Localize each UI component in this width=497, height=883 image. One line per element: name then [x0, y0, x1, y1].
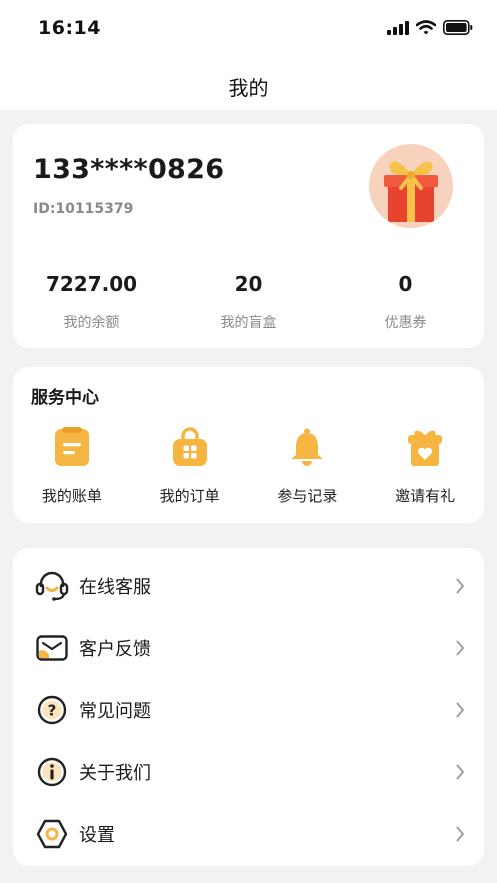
service-item-label: 我的订单 [159, 487, 220, 505]
header-area: 16:14 我的 [0, 0, 497, 110]
headset-icon [35, 569, 69, 603]
chevron-right-icon [454, 577, 466, 595]
service-grid: 我的账单 我的订单 参与记录 邀请有礼 [13, 427, 484, 506]
service-item-orders[interactable]: 我的订单 [131, 427, 249, 506]
bill-icon [52, 427, 92, 467]
status-time: 16:14 [38, 17, 101, 39]
gift-heart-icon [405, 427, 445, 467]
service-item-label: 我的账单 [41, 487, 102, 505]
menu-card: 在线客服 客户反馈 ? 常见问题 关于我们 设置 [13, 548, 484, 866]
settings-hexagon-icon [35, 817, 69, 851]
wifi-icon [415, 20, 437, 39]
service-item-bill[interactable]: 我的账单 [13, 427, 131, 506]
chevron-right-icon [454, 701, 466, 719]
signal-icon [387, 20, 409, 39]
chevron-right-icon [454, 639, 466, 657]
question-icon: ? [35, 693, 69, 727]
menu-item-label: 设置 [79, 825, 115, 846]
menu-item-settings[interactable]: 设置 [13, 803, 484, 865]
info-icon [35, 755, 69, 789]
stat-blind-box[interactable]: 20 我的盲盒 [170, 272, 327, 332]
status-icons [387, 20, 473, 39]
chevron-right-icon [454, 825, 466, 843]
stat-value: 20 [234, 272, 263, 296]
menu-item-label: 在线客服 [79, 577, 151, 598]
stat-label: 优惠券 [384, 315, 427, 331]
service-item-invite[interactable]: 邀请有礼 [366, 427, 484, 506]
stat-value: 0 [398, 272, 413, 296]
service-item-label: 邀请有礼 [395, 487, 456, 505]
order-bag-icon [170, 427, 210, 467]
stat-coupons[interactable]: 0 优惠券 [327, 272, 484, 332]
menu-item-about[interactable]: 关于我们 [13, 741, 484, 803]
menu-item-faq[interactable]: ? 常见问题 [13, 679, 484, 741]
bell-icon [287, 427, 327, 467]
stat-label: 我的余额 [63, 315, 120, 331]
stat-balance[interactable]: 7227.00 我的余额 [13, 272, 170, 332]
avatar[interactable] [369, 144, 453, 228]
stat-value: 7227.00 [45, 272, 138, 296]
gift-box-icon [384, 161, 438, 222]
service-center-title: 服务中心 [31, 388, 99, 408]
chevron-right-icon [454, 763, 466, 781]
service-item-label: 参与记录 [277, 487, 338, 505]
menu-item-label: 常见问题 [79, 701, 151, 722]
page-title: 我的 [228, 76, 269, 100]
battery-icon [443, 20, 473, 39]
menu-item-feedback[interactable]: 客户反馈 [13, 617, 484, 679]
stat-label: 我的盲盒 [220, 315, 277, 331]
svg-text:?: ? [48, 702, 57, 720]
profile-stats: 7227.00 我的余额 20 我的盲盒 0 优惠券 [13, 272, 484, 332]
profile-card: 133****0826 ID:10115379 7227.00 我的余额 20 … [13, 124, 484, 348]
status-bar: 16:14 [0, 0, 497, 58]
user-id: ID:10115379 [33, 201, 134, 217]
menu-item-label: 关于我们 [79, 763, 151, 784]
feedback-mail-icon [35, 631, 69, 665]
menu-item-customer-service[interactable]: 在线客服 [13, 555, 484, 617]
user-phone: 133****0826 [33, 154, 225, 185]
menu-item-label: 客户反馈 [79, 639, 151, 660]
service-item-records[interactable]: 参与记录 [249, 427, 367, 506]
service-center-card: 服务中心 我的账单 我的订单 参与记录 邀请有礼 [13, 367, 484, 523]
